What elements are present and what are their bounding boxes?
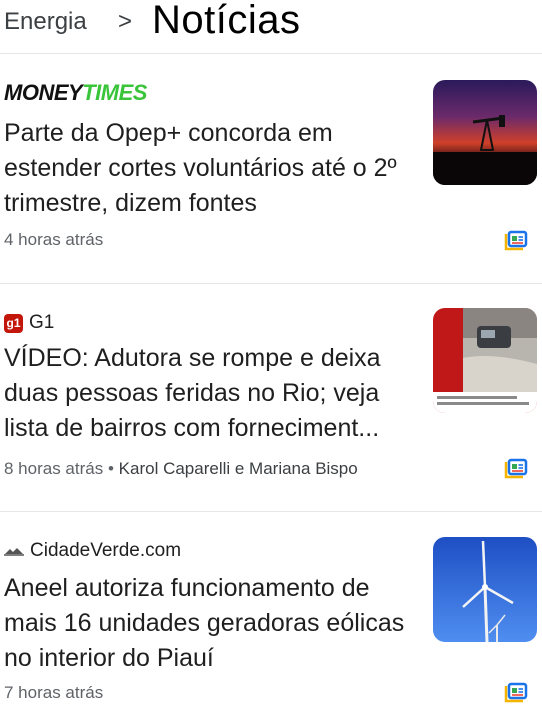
source-moneytimes[interactable]: MONEYTIMES <box>4 80 147 106</box>
article-time: 4 horas atrás <box>4 230 104 249</box>
article-headline[interactable]: Parte da Opep+ concorda em estender cort… <box>4 116 414 221</box>
flooded-street-video-image <box>433 308 537 413</box>
breadcrumb-energia[interactable]: Energia <box>4 8 87 36</box>
source-name: CidadeVerde.com <box>30 540 182 561</box>
article-meta: 8 horas atrás • Karol Caparelli e Marian… <box>4 459 358 479</box>
article-authors: Karol Caparelli e Mariana Bispo <box>118 459 358 478</box>
page-header: Energia > Notícias <box>0 0 542 52</box>
article-thumbnail[interactable] <box>433 308 537 413</box>
article-headline[interactable]: Aneel autoriza funcionamento de mais 16 … <box>4 571 414 676</box>
full-coverage-icon[interactable] <box>503 230 529 252</box>
article-thumbnail[interactable] <box>433 80 537 185</box>
moneytimes-logo: MONEYTIMES <box>4 80 147 105</box>
full-coverage-icon[interactable] <box>503 458 529 480</box>
article-headline[interactable]: VÍDEO: Adutora se rompe e deixa duas pes… <box>4 341 414 446</box>
wind-turbines-sky-image <box>433 537 537 642</box>
article-time: 7 horas atrás <box>4 683 104 702</box>
cidadeverde-logo-icon <box>4 548 24 556</box>
breadcrumb-separator: > <box>118 8 133 35</box>
source-cidadeverde[interactable]: CidadeVerde.com <box>4 540 181 562</box>
news-card[interactable]: MONEYTIMES Parte da Opep+ concorda em es… <box>0 54 542 282</box>
source-name: G1 <box>29 312 55 333</box>
news-card[interactable]: CidadeVerde.com Aneel autoriza funcionam… <box>0 512 542 723</box>
page-title: Notícias <box>152 0 301 42</box>
oil-pumpjack-sunset-image <box>433 80 537 185</box>
full-coverage-icon[interactable] <box>503 682 529 704</box>
meta-separator: • <box>107 459 114 478</box>
article-thumbnail[interactable] <box>433 537 537 642</box>
source-g1[interactable]: g1 G1 <box>4 312 54 334</box>
news-card[interactable]: g1 G1 VÍDEO: Adutora se rompe e deixa du… <box>0 284 542 510</box>
article-time: 8 horas atrás <box>4 459 104 478</box>
g1-logo-icon: g1 <box>4 313 23 333</box>
